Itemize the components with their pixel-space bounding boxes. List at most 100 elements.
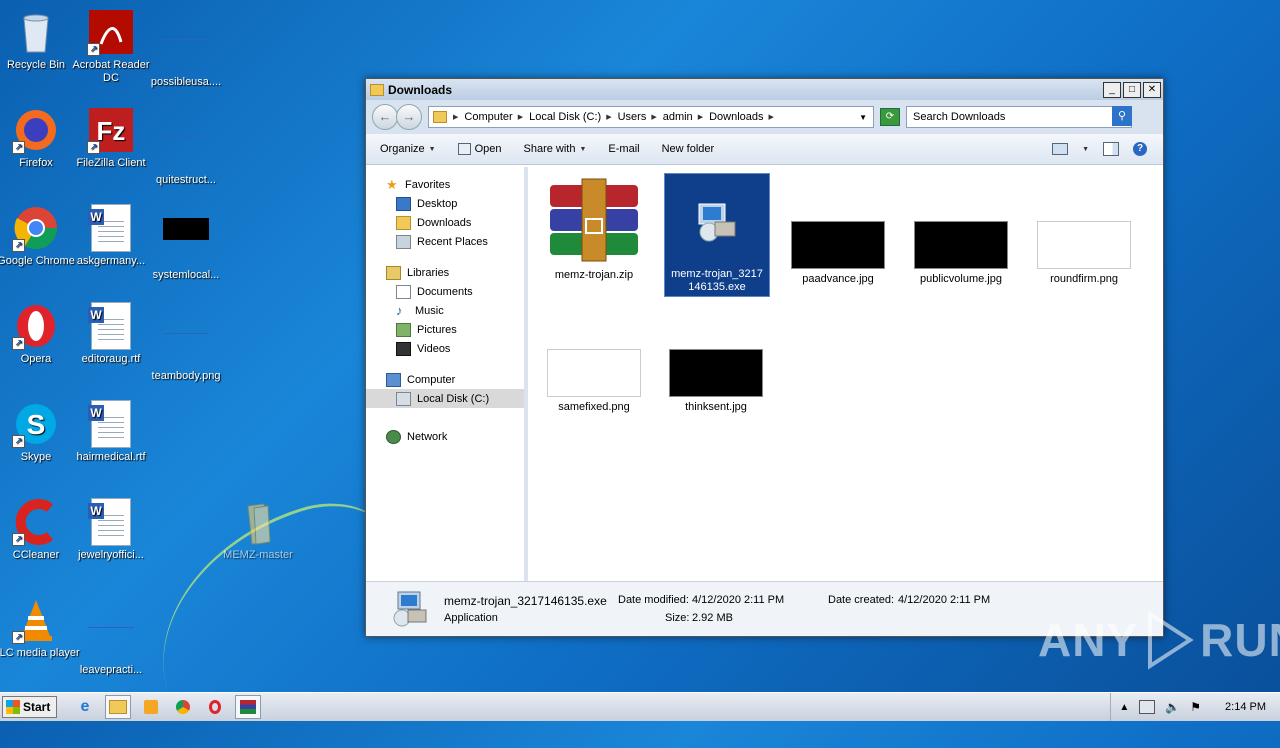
start-label: Start <box>23 700 51 714</box>
breadcrumb-computer[interactable]: Computer ▶ <box>464 111 523 123</box>
svg-text:Fz: Fz <box>97 116 126 146</box>
title-bar[interactable]: Downloads _ □ ✕ <box>366 79 1163 100</box>
search-placeholder: Search Downloads <box>913 111 1006 123</box>
search-input[interactable]: Search Downloads ⚲ <box>906 106 1132 128</box>
desktop-icon-teambody[interactable]: teambody.png <box>142 302 230 383</box>
command-bar: Organize ▼ Open Share with ▼ E-mail New fo… <box>366 134 1163 165</box>
organize-button[interactable]: Organize ▼ <box>380 143 436 155</box>
nav-libraries[interactable]: Libraries <box>366 263 524 282</box>
file-name: memz-trojan.zip <box>554 269 634 281</box>
nav-network[interactable]: Network <box>366 427 524 446</box>
installer-exe-icon <box>386 588 430 632</box>
nav-recent-places[interactable]: Recent Places <box>366 232 524 251</box>
action-center-flag-icon[interactable]: ⚑ <box>1190 700 1201 714</box>
nav-documents[interactable]: Documents <box>366 282 524 301</box>
search-icon[interactable]: ⚲ <box>1112 106 1132 126</box>
word-document-icon: W <box>87 400 135 448</box>
taskbar-winrar[interactable] <box>235 695 261 719</box>
taskbar-ie[interactable]: e <box>73 696 97 718</box>
desktop-icon-hairmedical[interactable]: W hairmedical.rtf <box>67 400 155 464</box>
explorer-body: ★ Favorites Desktop Downloads Recent Plac… <box>366 167 1163 581</box>
chevron-down-icon[interactable]: ▼ <box>1082 146 1089 153</box>
breadcrumb-admin[interactable]: admin ▶ <box>663 111 703 123</box>
desktop-icon-label: MEMZ-master <box>223 549 293 561</box>
file-item[interactable]: publicvolume.jpg <box>909 175 1013 286</box>
chevron-right-icon: ▶ <box>651 114 657 121</box>
play-logo-icon <box>1148 610 1194 670</box>
breadcrumb-downloads[interactable]: Downloads ▶ <box>709 111 774 123</box>
desktop-icon-label: quitestruct... <box>156 174 216 186</box>
nav-pictures[interactable]: Pictures <box>366 320 524 339</box>
breadcrumb-local-disk[interactable]: Local Disk (C:) ▶ <box>529 111 612 123</box>
image-thumbnail-icon <box>162 123 210 171</box>
word-document-icon: W <box>87 204 135 252</box>
desktop-icon <box>396 196 411 211</box>
volume-icon[interactable]: 🔈 <box>1165 700 1180 714</box>
refresh-button[interactable]: ⟳ <box>880 108 900 126</box>
change-view-icon[interactable] <box>1052 143 1069 155</box>
chrome-icon <box>176 700 190 714</box>
desktop-icon-label: possibleusa.... <box>150 76 222 88</box>
taskbar-opera[interactable] <box>203 696 227 718</box>
open-button[interactable]: Open <box>457 143 502 155</box>
start-button[interactable]: Start <box>2 696 57 718</box>
show-hidden-icons-icon[interactable]: ▲ <box>1119 702 1129 713</box>
image-thumbnail-icon <box>1037 221 1131 269</box>
taskbar-media-player[interactable] <box>139 696 163 718</box>
watermark-left-text: ANY <box>1038 614 1139 666</box>
desktop-icon-possibleusa[interactable]: possibleusa.... <box>142 8 230 89</box>
desktop-icon-jewelryoffici[interactable]: W jewelryoffici... <box>67 498 155 562</box>
close-button[interactable]: ✕ <box>1143 81 1161 98</box>
image-thumbnail-icon <box>162 218 210 266</box>
file-item[interactable]: thinksent.jpg <box>664 303 768 414</box>
desktop-icon-label: leavepracti... <box>79 664 143 676</box>
file-item[interactable]: memz-trojan.zip <box>542 175 646 282</box>
desktop-icon-leavepracti[interactable]: leavepracti... <box>67 596 155 677</box>
folder-icon <box>433 111 447 123</box>
nav-videos[interactable]: Videos <box>366 339 524 358</box>
file-name: roundfirm.png <box>1050 273 1118 285</box>
preview-pane-icon[interactable] <box>1103 142 1119 156</box>
history-dropdown-icon[interactable]: ▼ <box>859 113 867 122</box>
image-thumbnail-icon <box>791 221 885 269</box>
breadcrumb-users[interactable]: Users ▶ <box>618 111 657 123</box>
network-tray-icon[interactable] <box>1139 700 1156 714</box>
chevron-right-icon[interactable]: ▶ <box>453 113 458 121</box>
taskbar-explorer[interactable] <box>105 695 131 719</box>
file-item-selected[interactable]: memz-trojan_3217146135.exe <box>664 173 770 297</box>
nav-computer[interactable]: Computer <box>366 370 524 389</box>
address-bar[interactable]: ▶ Computer ▶ Local Disk (C:) ▶ Users ▶ admi… <box>428 106 874 128</box>
nav-desktop[interactable]: Desktop <box>366 194 524 213</box>
nav-favorites[interactable]: ★ Favorites <box>366 175 524 194</box>
forward-button[interactable]: → <box>396 104 422 130</box>
opera-icon: ↗ <box>12 302 60 350</box>
desktop-icon-memz-master[interactable]: MEMZ-master <box>214 498 302 562</box>
desktop-icon-quitestruct[interactable]: quitestruct... <box>142 106 230 187</box>
recycle-bin-icon <box>12 8 60 56</box>
nav-local-disk[interactable]: Local Disk (C:) <box>366 389 524 408</box>
back-button[interactable]: ← <box>372 104 398 130</box>
clock[interactable]: 2:14 PM <box>1225 701 1266 713</box>
taskbar-chrome[interactable] <box>171 696 195 718</box>
help-icon[interactable]: ? <box>1133 142 1147 156</box>
nav-music[interactable]: ♪ Music <box>366 301 524 320</box>
file-item[interactable]: paadvance.jpg <box>786 175 890 286</box>
desktop-icon-label: jewelryoffici... <box>78 549 144 561</box>
details-size: 2.92 MB <box>692 612 733 624</box>
file-item[interactable]: samefixed.png <box>542 303 646 414</box>
windows-logo-icon <box>6 700 20 714</box>
share-with-button[interactable]: Share with ▼ <box>524 143 587 155</box>
drive-icon <box>396 391 411 406</box>
desktop-icon-systemlocal[interactable]: systemlocal... <box>142 204 230 282</box>
chrome-icon: ↗ <box>12 204 60 252</box>
minimize-button[interactable]: _ <box>1103 81 1121 98</box>
email-button[interactable]: E-mail <box>608 143 639 155</box>
file-item[interactable]: roundfirm.png <box>1032 175 1136 286</box>
firefox-icon: ↗ <box>12 106 60 154</box>
new-folder-button[interactable]: New folder <box>662 143 715 155</box>
file-list: memz-trojan.zip memz-trojan_3217146135.e… <box>528 167 1163 581</box>
maximize-button[interactable]: □ <box>1123 81 1141 98</box>
address-row: ← → ▶ Computer ▶ Local Disk (C:) ▶ Users ▶ … <box>366 100 1163 134</box>
open-icon <box>457 143 471 155</box>
nav-downloads[interactable]: Downloads <box>366 213 524 232</box>
